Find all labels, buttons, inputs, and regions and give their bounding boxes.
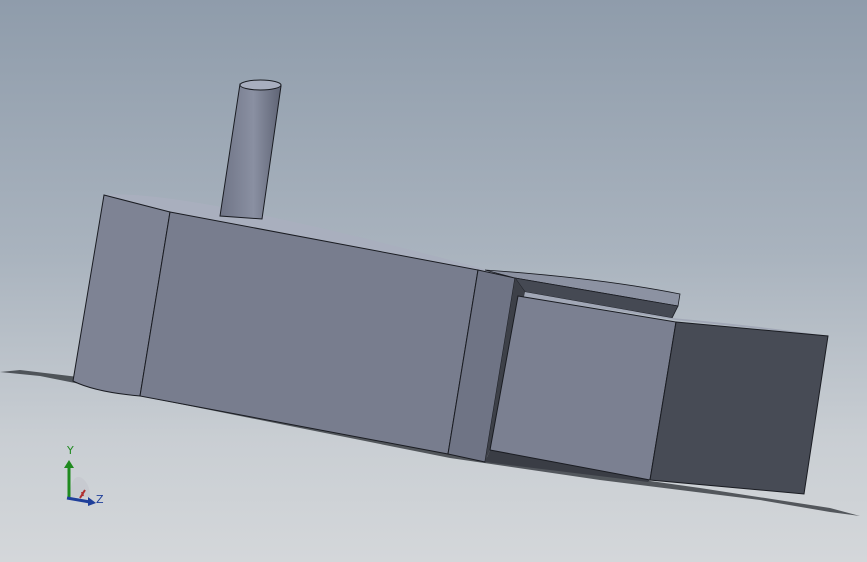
graphics-viewport[interactable]: Y Z	[0, 0, 867, 562]
triad-xy-plane	[69, 476, 90, 497]
cylinder-pin-body	[219, 83, 282, 220]
triad-z-arrow	[88, 497, 96, 506]
triad-y-arrow	[64, 460, 74, 468]
cylinder-pin-top	[239, 79, 282, 91]
triad-y-label: Y	[67, 444, 74, 457]
orientation-triad: Y Z	[52, 440, 122, 520]
model-scene[interactable]	[0, 0, 867, 562]
main-box-front-face	[139, 211, 479, 455]
triad-z-axis	[66, 496, 91, 504]
triad-z-label: Z	[96, 493, 104, 506]
sleeve-side-plate	[489, 295, 677, 481]
end-block-dark-face	[649, 321, 829, 495]
